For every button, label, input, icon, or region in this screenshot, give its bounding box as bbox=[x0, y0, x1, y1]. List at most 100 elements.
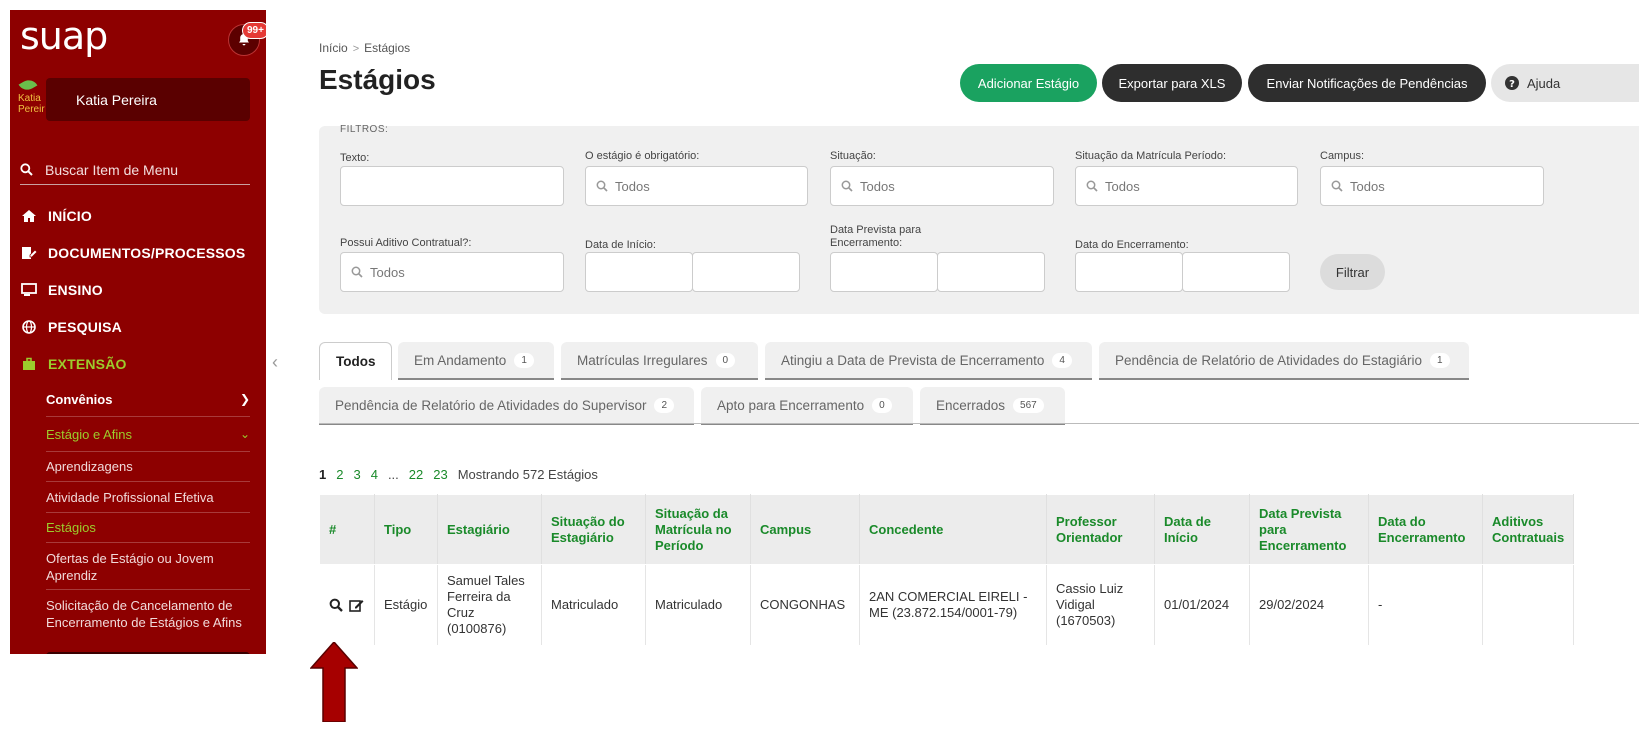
column-header[interactable]: Aditivos Contratuais bbox=[1481, 494, 1575, 565]
filter-data-encerramento-to[interactable] bbox=[1182, 252, 1290, 292]
filter-data-encerramento-from[interactable] bbox=[1075, 252, 1183, 292]
avatar[interactable]: Katia Pereir bbox=[18, 80, 48, 120]
tab-matriculas-irregulares[interactable]: Matrículas Irregulares 0 bbox=[561, 342, 758, 380]
menu-item-extensao[interactable]: EXTENSÃO bbox=[20, 356, 127, 372]
annotation-arrow-icon bbox=[310, 642, 358, 722]
filter-data-prevista-from[interactable] bbox=[830, 252, 938, 292]
divider bbox=[46, 451, 250, 452]
filters-title: FILTROS: bbox=[340, 124, 389, 135]
cell-situacao-matricula: Matriculado bbox=[645, 564, 751, 645]
search-icon bbox=[841, 180, 853, 192]
sidebar-item-convenios[interactable]: Convênios ❯ bbox=[46, 392, 250, 407]
filter-label-situacao-matricula: Situação da Matrícula Período: bbox=[1075, 150, 1227, 162]
notifications-badge: 99+ bbox=[242, 22, 266, 39]
filter-situacao-matricula-select[interactable]: Todos bbox=[1075, 166, 1298, 206]
chalkboard-icon bbox=[20, 283, 38, 297]
column-header[interactable]: Estagiário bbox=[437, 494, 542, 565]
page-ellipsis: ... bbox=[387, 467, 399, 482]
tab-label: Todos bbox=[336, 354, 376, 369]
filter-value: Todos bbox=[1105, 178, 1140, 194]
briefcase-icon bbox=[20, 357, 38, 371]
column-header[interactable]: Situação da Matrícula no Período bbox=[645, 494, 751, 565]
tab-apto-encerramento[interactable]: Apto para Encerramento 0 bbox=[701, 387, 913, 425]
search-icon bbox=[1086, 180, 1098, 192]
column-header[interactable]: Professor Orientador bbox=[1046, 494, 1155, 565]
filter-situacao-select[interactable]: Todos bbox=[830, 166, 1054, 206]
menu-item-pesquisa[interactable]: PESQUISA bbox=[20, 319, 122, 335]
sidebar-collapse-button[interactable]: ‹ bbox=[272, 352, 278, 373]
user-menu[interactable]: Katia Pereira bbox=[46, 78, 250, 121]
globe-icon bbox=[20, 320, 38, 334]
filter-button[interactable]: Filtrar bbox=[1320, 254, 1385, 290]
help-label: Ajuda bbox=[1527, 75, 1561, 91]
sidebar-item-label: Estágio e Afins bbox=[46, 427, 132, 442]
tab-encerrados[interactable]: Encerrados 567 bbox=[920, 387, 1065, 425]
page-link[interactable]: 2 bbox=[336, 467, 343, 482]
cell-tipo: Estágio bbox=[374, 564, 438, 645]
menu-item-documentos[interactable]: DOCUMENTOS/PROCESSOS bbox=[20, 245, 245, 261]
page-link[interactable]: 3 bbox=[353, 467, 360, 482]
sidebar-item-ofertas[interactable]: Ofertas de Estágio ou Jovem Aprendiz bbox=[46, 550, 250, 584]
column-header[interactable]: Situação do Estagiário bbox=[541, 494, 646, 565]
internships-table: # Tipo Estagiário Situação do Estagiário… bbox=[319, 494, 1575, 645]
tab-atingiu-data-prevista[interactable]: Atingiu a Data de Prevista de Encerramen… bbox=[765, 342, 1092, 380]
sidebar-item-atividade-profissional[interactable]: Atividade Profissional Efetiva bbox=[46, 490, 250, 505]
send-notifications-button[interactable]: Enviar Notificações de Pendências bbox=[1248, 64, 1486, 102]
export-xls-button[interactable]: Exportar para XLS bbox=[1102, 64, 1242, 102]
document-edit-icon bbox=[20, 246, 38, 260]
filter-campus-select[interactable]: Todos bbox=[1320, 166, 1544, 206]
view-icon[interactable] bbox=[329, 598, 343, 612]
filter-label-texto: Texto: bbox=[340, 152, 370, 164]
tab-pendencia-supervisor[interactable]: Pendência de Relatório de Atividades do … bbox=[319, 387, 694, 425]
column-header[interactable]: Concedente bbox=[859, 494, 1047, 565]
column-header[interactable]: Data do Encerramento bbox=[1368, 494, 1483, 565]
column-header[interactable]: Campus bbox=[750, 494, 860, 565]
filter-data-prevista-to[interactable] bbox=[937, 252, 1045, 292]
sidebar-item-solicitacao-cancelamento[interactable]: Solicitação de Cancelamento de Encerrame… bbox=[46, 597, 250, 631]
help-button[interactable]: ? Ajuda bbox=[1491, 64, 1639, 102]
edit-icon[interactable] bbox=[348, 598, 364, 612]
chevron-right-icon: ❯ bbox=[239, 392, 250, 406]
divider bbox=[46, 481, 250, 482]
filter-aditivo-select[interactable]: Todos bbox=[340, 252, 564, 292]
tab-label: Encerrados bbox=[936, 397, 1006, 413]
page-link[interactable]: 23 bbox=[433, 467, 447, 482]
menu-item-label: PESQUISA bbox=[48, 319, 122, 335]
menu-item-inicio[interactable]: INÍCIO bbox=[20, 208, 92, 224]
cell-data-encerramento: - bbox=[1368, 564, 1483, 645]
filter-data-inicio-to[interactable] bbox=[692, 252, 800, 292]
search-icon bbox=[20, 163, 33, 176]
tab-label: Matrículas Irregulares bbox=[577, 352, 708, 368]
search-icon bbox=[596, 180, 608, 192]
tabs-divider bbox=[319, 423, 1639, 424]
page-link[interactable]: 22 bbox=[409, 467, 423, 482]
sidebar-item-estagio-afins[interactable]: Estágio e Afins ⌄ bbox=[46, 427, 250, 442]
filter-value: Todos bbox=[1350, 178, 1385, 194]
tab-count: 1 bbox=[1429, 352, 1450, 368]
tab-label: Pendência de Relatório de Atividades do … bbox=[1115, 352, 1422, 368]
menu-item-label: INÍCIO bbox=[48, 208, 92, 224]
breadcrumb-home[interactable]: Início bbox=[319, 41, 348, 55]
app-logo[interactable]: suap bbox=[20, 14, 108, 58]
filter-texto-input[interactable] bbox=[340, 166, 564, 206]
tab-em-andamento[interactable]: Em Andamento 1 bbox=[398, 342, 554, 380]
page-link[interactable]: 4 bbox=[371, 467, 378, 482]
column-header[interactable]: Data Prevista para Encerramento bbox=[1249, 494, 1369, 565]
menu-item-ensino[interactable]: ENSINO bbox=[20, 282, 103, 298]
add-internship-button[interactable]: Adicionar Estágio bbox=[960, 64, 1097, 102]
tab-pendencia-estagiario[interactable]: Pendência de Relatório de Atividades do … bbox=[1099, 342, 1469, 380]
tab-todos[interactable]: Todos bbox=[319, 342, 392, 380]
column-header[interactable]: Data de Início bbox=[1154, 494, 1250, 565]
breadcrumb-current: Estágios bbox=[364, 41, 411, 55]
sidebar-item-aprendizagens[interactable]: Aprendizagens bbox=[46, 459, 250, 474]
sidebar-item-estagios[interactable]: Estágios bbox=[46, 520, 250, 535]
cell-aditivos bbox=[1482, 564, 1575, 645]
page-link-current[interactable]: 1 bbox=[319, 467, 326, 482]
divider bbox=[46, 416, 250, 417]
tab-count: 567 bbox=[1013, 397, 1044, 413]
filter-obrigatorio-select[interactable]: Todos bbox=[585, 166, 808, 206]
menu-search[interactable]: Buscar Item de Menu bbox=[20, 155, 250, 185]
filter-data-inicio-from[interactable] bbox=[585, 252, 693, 292]
tab-count: 1 bbox=[514, 352, 534, 368]
column-header[interactable]: Tipo bbox=[374, 494, 438, 565]
